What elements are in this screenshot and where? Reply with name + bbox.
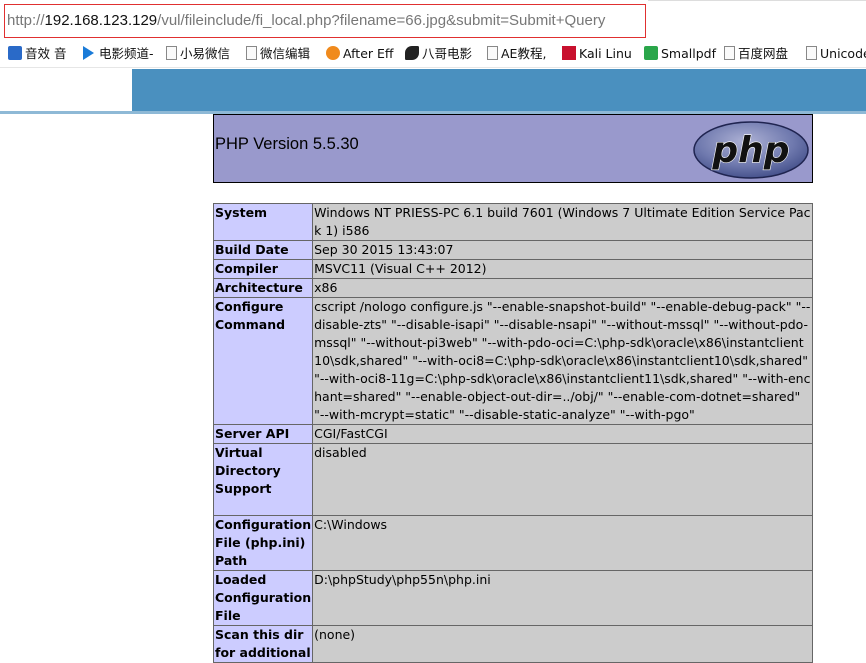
bookmark-item[interactable]: 百度网盘 — [724, 45, 788, 63]
row-value: Windows NT PRIESS-PC 6.1 build 7601 (Win… — [312, 203, 813, 241]
php-version-title: PHP Version 5.5.30 — [215, 135, 359, 153]
bookmark-item[interactable]: 电影频道- — [83, 45, 154, 63]
bookmark-label: 八哥电影 — [422, 46, 473, 61]
phpinfo-header: PHP Version 5.5.30 php — [213, 114, 813, 183]
table-row: Architecture x86 — [212, 278, 813, 298]
bookmark-item[interactable]: 微信编辑 — [246, 45, 310, 63]
row-key: Loaded Configuration File — [212, 570, 314, 626]
bookmark-label: After Eff — [343, 46, 394, 61]
bookmark-label: Kali Linu — [579, 46, 632, 61]
doc-icon — [806, 46, 817, 60]
doc-icon — [487, 46, 498, 60]
row-value: D:\phpStudy\php55n\php.ini — [312, 570, 813, 626]
doc-icon — [246, 46, 257, 60]
row-value: CGI/FastCGI — [312, 424, 813, 444]
bookmark-label: 电影频道- — [99, 46, 154, 61]
bookmark-item[interactable]: 小易微信 — [166, 45, 230, 63]
row-value: disabled — [312, 443, 813, 516]
doc-icon — [166, 46, 177, 60]
table-row: Scan this dir for additional (none) — [212, 625, 813, 663]
bookmark-label: Smallpdf — [661, 46, 716, 61]
bookmark-label: 百度网盘 — [738, 46, 789, 61]
row-value: (none) — [312, 625, 813, 663]
table-row: Configuration File (php.ini) Path C:\Wind… — [212, 515, 813, 571]
row-key: System — [212, 203, 314, 241]
bookmark-label: 音效 音 — [25, 46, 67, 61]
row-key: Configuration File (php.ini) Path — [212, 515, 314, 571]
url-input[interactable]: http://192.168.123.129/vul/fileinclude/f… — [4, 4, 646, 38]
row-value: C:\Windows — [312, 515, 813, 571]
bookmark-item[interactable]: 八哥电影 — [405, 45, 472, 63]
bookmark-label: AE教程, — [501, 46, 547, 61]
table-row: Compiler MSVC11 (Visual C++ 2012) — [212, 259, 813, 279]
bookmark-item[interactable]: AE教程, — [487, 45, 546, 63]
bookmark-item[interactable]: 音效 音 — [8, 45, 66, 63]
bird-icon — [405, 46, 419, 60]
row-value: x86 — [312, 278, 813, 298]
table-row: Build Date Sep 30 2015 13:43:07 — [212, 240, 813, 260]
php-logo-icon: php — [693, 121, 809, 179]
bookmark-label: 微信编辑 — [260, 46, 311, 61]
page-header-tab — [0, 69, 132, 111]
row-key: Architecture — [212, 278, 314, 298]
phpinfo-table: System Windows NT PRIESS-PC 6.1 build 760… — [212, 203, 813, 663]
row-key: Server API — [212, 424, 314, 444]
bookmark-item[interactable]: Unicode — [806, 45, 866, 63]
toolbar-divider — [648, 0, 866, 1]
bookmark-item[interactable]: Smallpdf — [644, 45, 716, 63]
doc-icon — [724, 46, 735, 60]
kali-icon — [562, 46, 576, 60]
bookmark-item[interactable]: After Eff — [326, 45, 394, 63]
php-logo-text: php — [711, 130, 789, 171]
smallpdf-icon — [644, 46, 658, 60]
row-key: Configure Command — [212, 297, 314, 425]
bookmark-label: Unicode — [820, 46, 866, 61]
table-row: Loaded Configuration File D:\phpStudy\php… — [212, 570, 813, 626]
row-key: Build Date — [212, 240, 314, 260]
table-row: System Windows NT PRIESS-PC 6.1 build 760… — [212, 203, 813, 241]
row-key: Compiler — [212, 259, 314, 279]
table-row: Server API CGI/FastCGI — [212, 424, 813, 444]
row-key: Virtual Directory Support — [212, 443, 314, 516]
url-prefix: http:// — [7, 12, 45, 29]
row-key: Scan this dir for additional — [212, 625, 314, 663]
music-icon — [8, 46, 22, 60]
orange-icon — [326, 46, 340, 60]
table-row: Configure Command cscript /nologo configu… — [212, 297, 813, 425]
row-value: MSVC11 (Visual C++ 2012) — [312, 259, 813, 279]
play-icon — [83, 46, 94, 60]
row-value: cscript /nologo configure.js "--enable-s… — [312, 297, 813, 425]
bookmark-item[interactable]: Kali Linu — [562, 45, 632, 63]
bookmark-label: 小易微信 — [180, 46, 231, 61]
bookmarks-bar: 音效 音 电影频道- 小易微信 微信编辑 After Eff 八哥电影 AE教程… — [0, 40, 866, 68]
address-bar: http://192.168.123.129/vul/fileinclude/f… — [0, 0, 866, 40]
row-value: Sep 30 2015 13:43:07 — [312, 240, 813, 260]
url-host: 192.168.123.129 — [44, 12, 158, 29]
table-row: Virtual Directory Support disabled — [212, 443, 813, 516]
url-path: /vul/fileinclude/fi_local.php?filename=6… — [157, 12, 606, 29]
